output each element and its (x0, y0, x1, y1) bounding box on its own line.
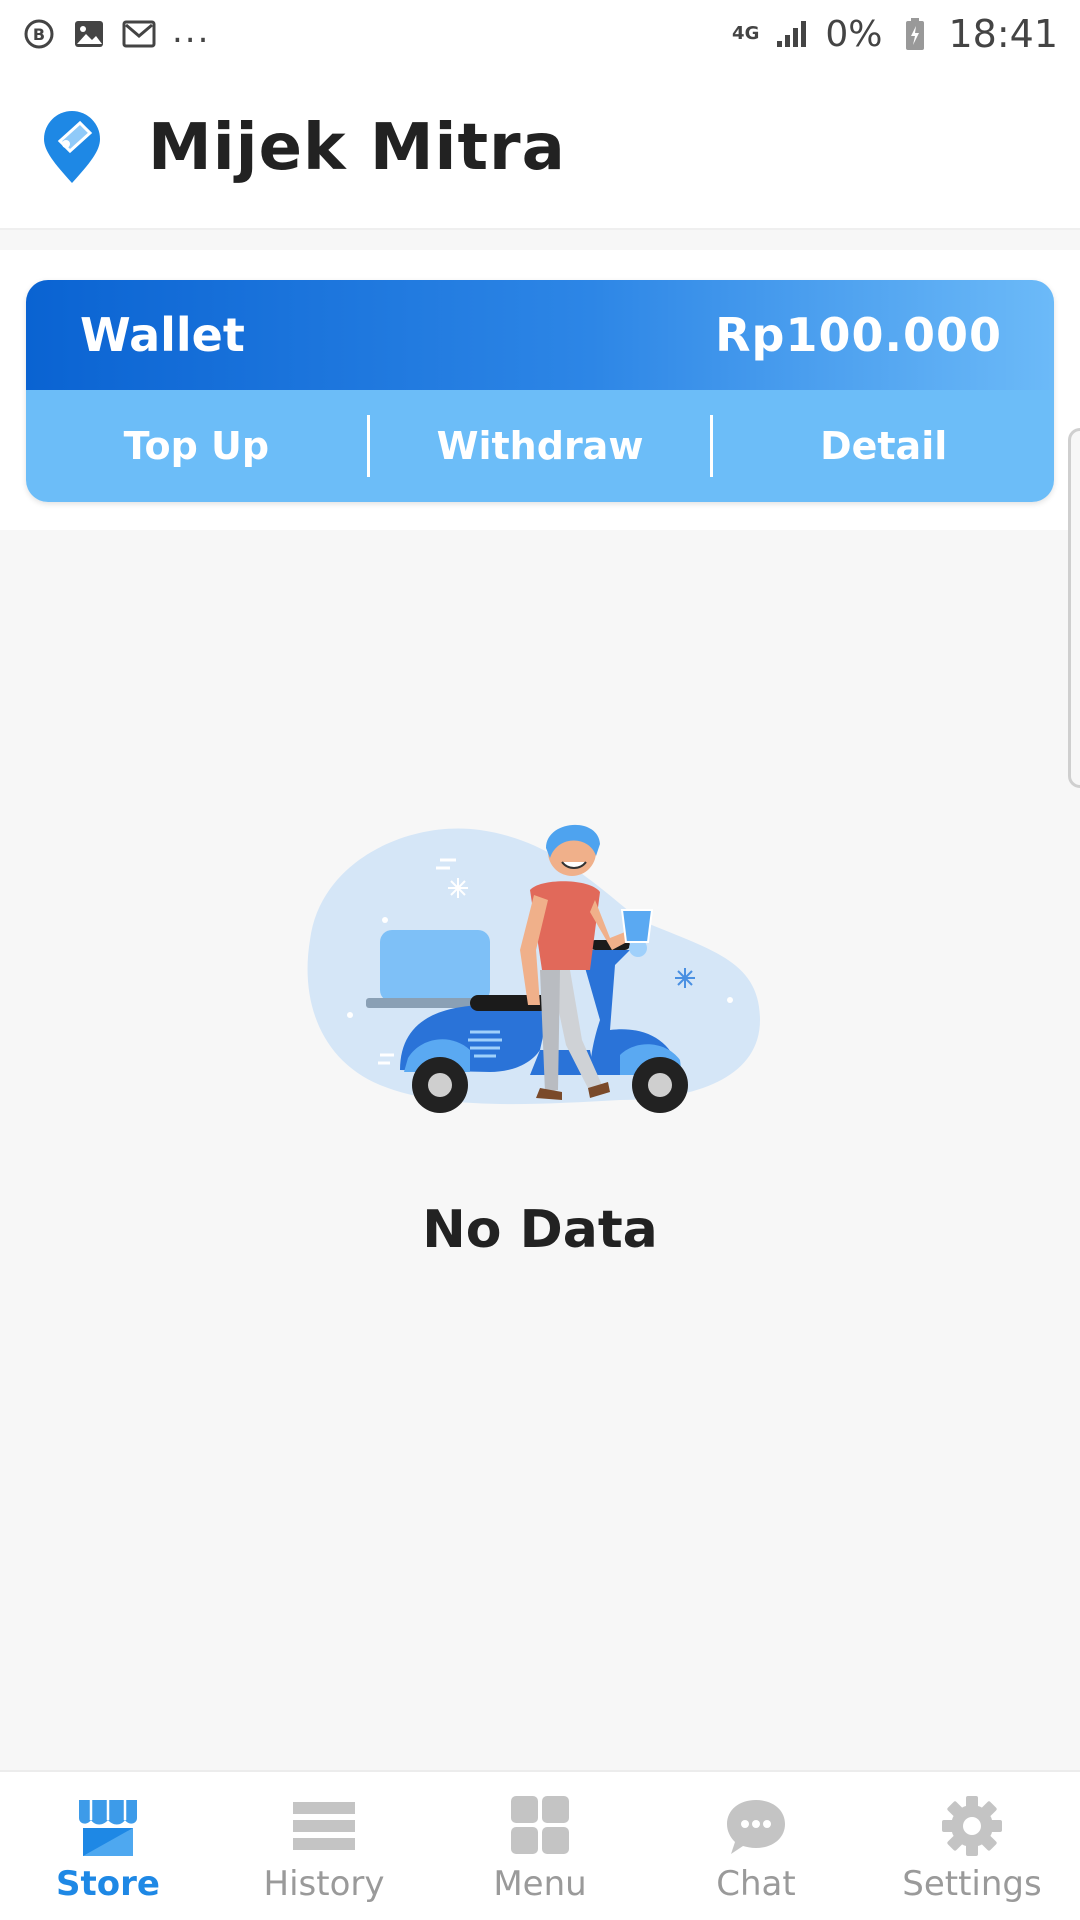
nav-label: History (263, 1864, 385, 1904)
nav-label: Menu (493, 1864, 587, 1904)
nav-chat[interactable]: Chat (648, 1772, 864, 1920)
gear-icon (942, 1796, 1002, 1856)
wallet-card: Wallet Rp100.000 Top Up Withdraw Detail (26, 280, 1054, 502)
store-icon (79, 1800, 137, 1856)
empty-state: No Data (0, 530, 1080, 1770)
image-icon (72, 17, 106, 51)
nav-label: Settings (902, 1864, 1042, 1904)
bottom-nav: Store History Menu Chat Settings (0, 1770, 1080, 1920)
withdraw-button[interactable]: Withdraw (370, 390, 711, 502)
svg-text:B: B (33, 25, 45, 44)
map-pin-logo-icon (44, 111, 100, 183)
wallet-label: Wallet (80, 308, 245, 362)
status-right: 4G 0% 18:41 (732, 12, 1058, 56)
nav-history[interactable]: History (216, 1772, 432, 1920)
nav-label: Store (56, 1864, 160, 1904)
wallet-header: Wallet Rp100.000 (26, 280, 1054, 390)
scooter-rider-illustration (307, 824, 760, 1113)
app-bar: Mijek Mitra (0, 68, 1080, 230)
list-icon (293, 1802, 355, 1850)
wallet-section: Wallet Rp100.000 Top Up Withdraw Detail (0, 250, 1080, 530)
app-title: Mijek Mitra (148, 111, 566, 185)
wallet-balance: Rp100.000 (715, 308, 1002, 362)
network-label: 4G (732, 23, 760, 44)
status-bar: B ... 4G 0% 18:41 (0, 0, 1080, 68)
wallet-actions: Top Up Withdraw Detail (26, 390, 1054, 502)
top-up-button[interactable]: Top Up (26, 390, 367, 502)
clock: 18:41 (948, 12, 1058, 56)
battery-percent: 0% (825, 13, 883, 55)
battery-icon (898, 17, 932, 51)
b-icon: B (22, 17, 56, 51)
detail-button[interactable]: Detail (713, 390, 1054, 502)
chat-bubble-icon (727, 1800, 785, 1854)
signal-icon (775, 17, 809, 51)
nav-settings[interactable]: Settings (864, 1772, 1080, 1920)
nav-store[interactable]: Store (0, 1772, 216, 1920)
status-left: B ... (22, 11, 211, 51)
grid-icon (511, 1796, 569, 1854)
gmail-icon (122, 17, 156, 51)
empty-state-text: No Data (422, 1200, 658, 1260)
nav-label: Chat (716, 1864, 796, 1904)
overflow-dots: ... (172, 11, 211, 51)
edge-panel-handle[interactable] (1068, 428, 1080, 788)
nav-menu[interactable]: Menu (432, 1772, 648, 1920)
